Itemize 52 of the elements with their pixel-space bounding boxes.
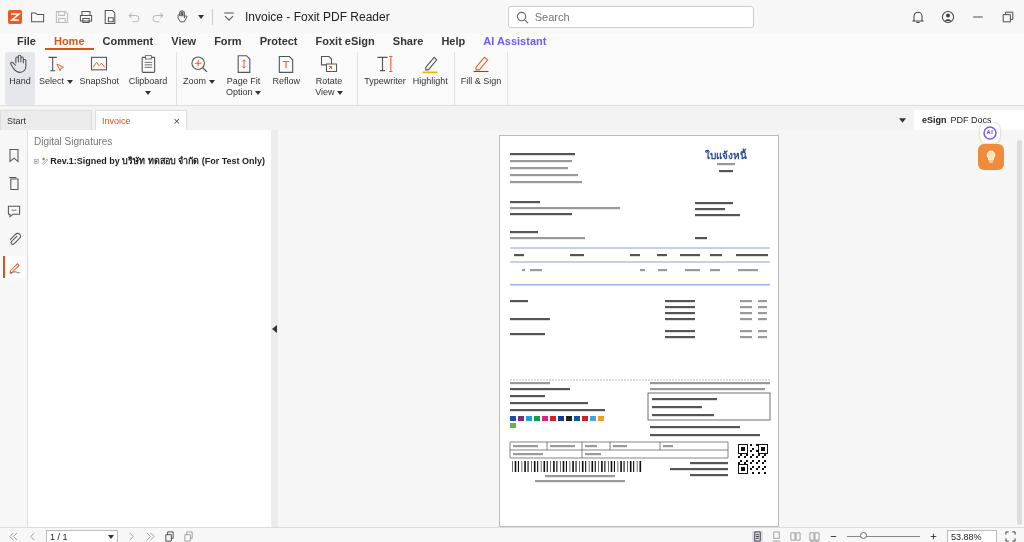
document-icon[interactable] (102, 8, 118, 25)
window-title: Invoice - Foxit PDF Reader (245, 9, 390, 24)
signature-icon[interactable] (2, 256, 25, 278)
caret-icon (108, 534, 114, 539)
menu-tab[interactable]: Comment (93, 35, 163, 50)
menu-tab[interactable]: AI Assistant (474, 35, 556, 50)
zoom-icon (188, 54, 209, 74)
page-number-field[interactable]: 1 / 1 (46, 530, 118, 542)
ribbon-button[interactable]: Clipboard (123, 52, 174, 105)
user-icon[interactable] (940, 8, 956, 25)
ribbon-button[interactable]: Fill & Sign (457, 52, 505, 105)
menu-tab[interactable]: File (8, 35, 45, 50)
ribbon-button[interactable]: Reflow (269, 52, 304, 105)
ribbon-button[interactable]: SnapShot (76, 52, 123, 105)
ribbon-button[interactable]: Rotate View (304, 52, 355, 105)
menu-tab[interactable]: Protect (250, 35, 307, 50)
fullscreen-icon[interactable] (1005, 531, 1016, 542)
menu-tab[interactable]: Help (432, 35, 475, 50)
zoom-field[interactable]: 53.88% (947, 530, 997, 542)
document-tab[interactable]: Invoice × (95, 110, 187, 130)
menu-tab[interactable]: Foxit eSign (306, 35, 384, 50)
ribbon-button[interactable]: Select (36, 52, 76, 105)
search-field[interactable]: Search (507, 5, 754, 28)
pages-icon[interactable] (164, 531, 175, 542)
promo-banner[interactable]: eSign PDF Docs (914, 110, 1024, 130)
hand-icon[interactable] (174, 8, 190, 25)
collapse-arrow-icon[interactable] (272, 324, 277, 333)
ribbon-button[interactable]: Zoom (180, 52, 218, 105)
single-page-icon[interactable] (752, 531, 763, 542)
menu-tab[interactable]: Form (205, 35, 251, 50)
rotate-icon (319, 54, 340, 74)
signature-item[interactable]: Rev.1:Signed by บริษัท ทดสอบ จำกัด (For Test Only) (50, 154, 265, 168)
print-icon[interactable] (78, 8, 94, 25)
caret-icon[interactable] (899, 118, 906, 123)
zoom-in-icon[interactable] (928, 531, 939, 542)
menu-tab[interactable]: View (162, 35, 206, 50)
ribbon-button[interactable]: Highlight (409, 52, 451, 105)
pen-icon (420, 54, 441, 74)
menu-tab[interactable]: Share (383, 35, 433, 50)
text-lines-drawing (714, 162, 738, 174)
ribbon-button[interactable]: Hand (5, 52, 35, 105)
caret-icon (198, 14, 204, 19)
search-icon (515, 10, 529, 24)
ai-assistant-icon[interactable] (980, 123, 1000, 143)
document-title: ใบแจ้งหนี้ (705, 150, 747, 162)
document-tab[interactable]: Start (0, 110, 92, 130)
signature-icon (40, 155, 49, 167)
panel-title: Digital Signatures (34, 136, 114, 147)
ribbon-button[interactable]: Page Fit Option (218, 52, 269, 105)
ribbon-button[interactable]: Typewriter (361, 52, 409, 105)
expand-icon[interactable] (34, 157, 39, 165)
app-logo-icon (8, 9, 22, 24)
